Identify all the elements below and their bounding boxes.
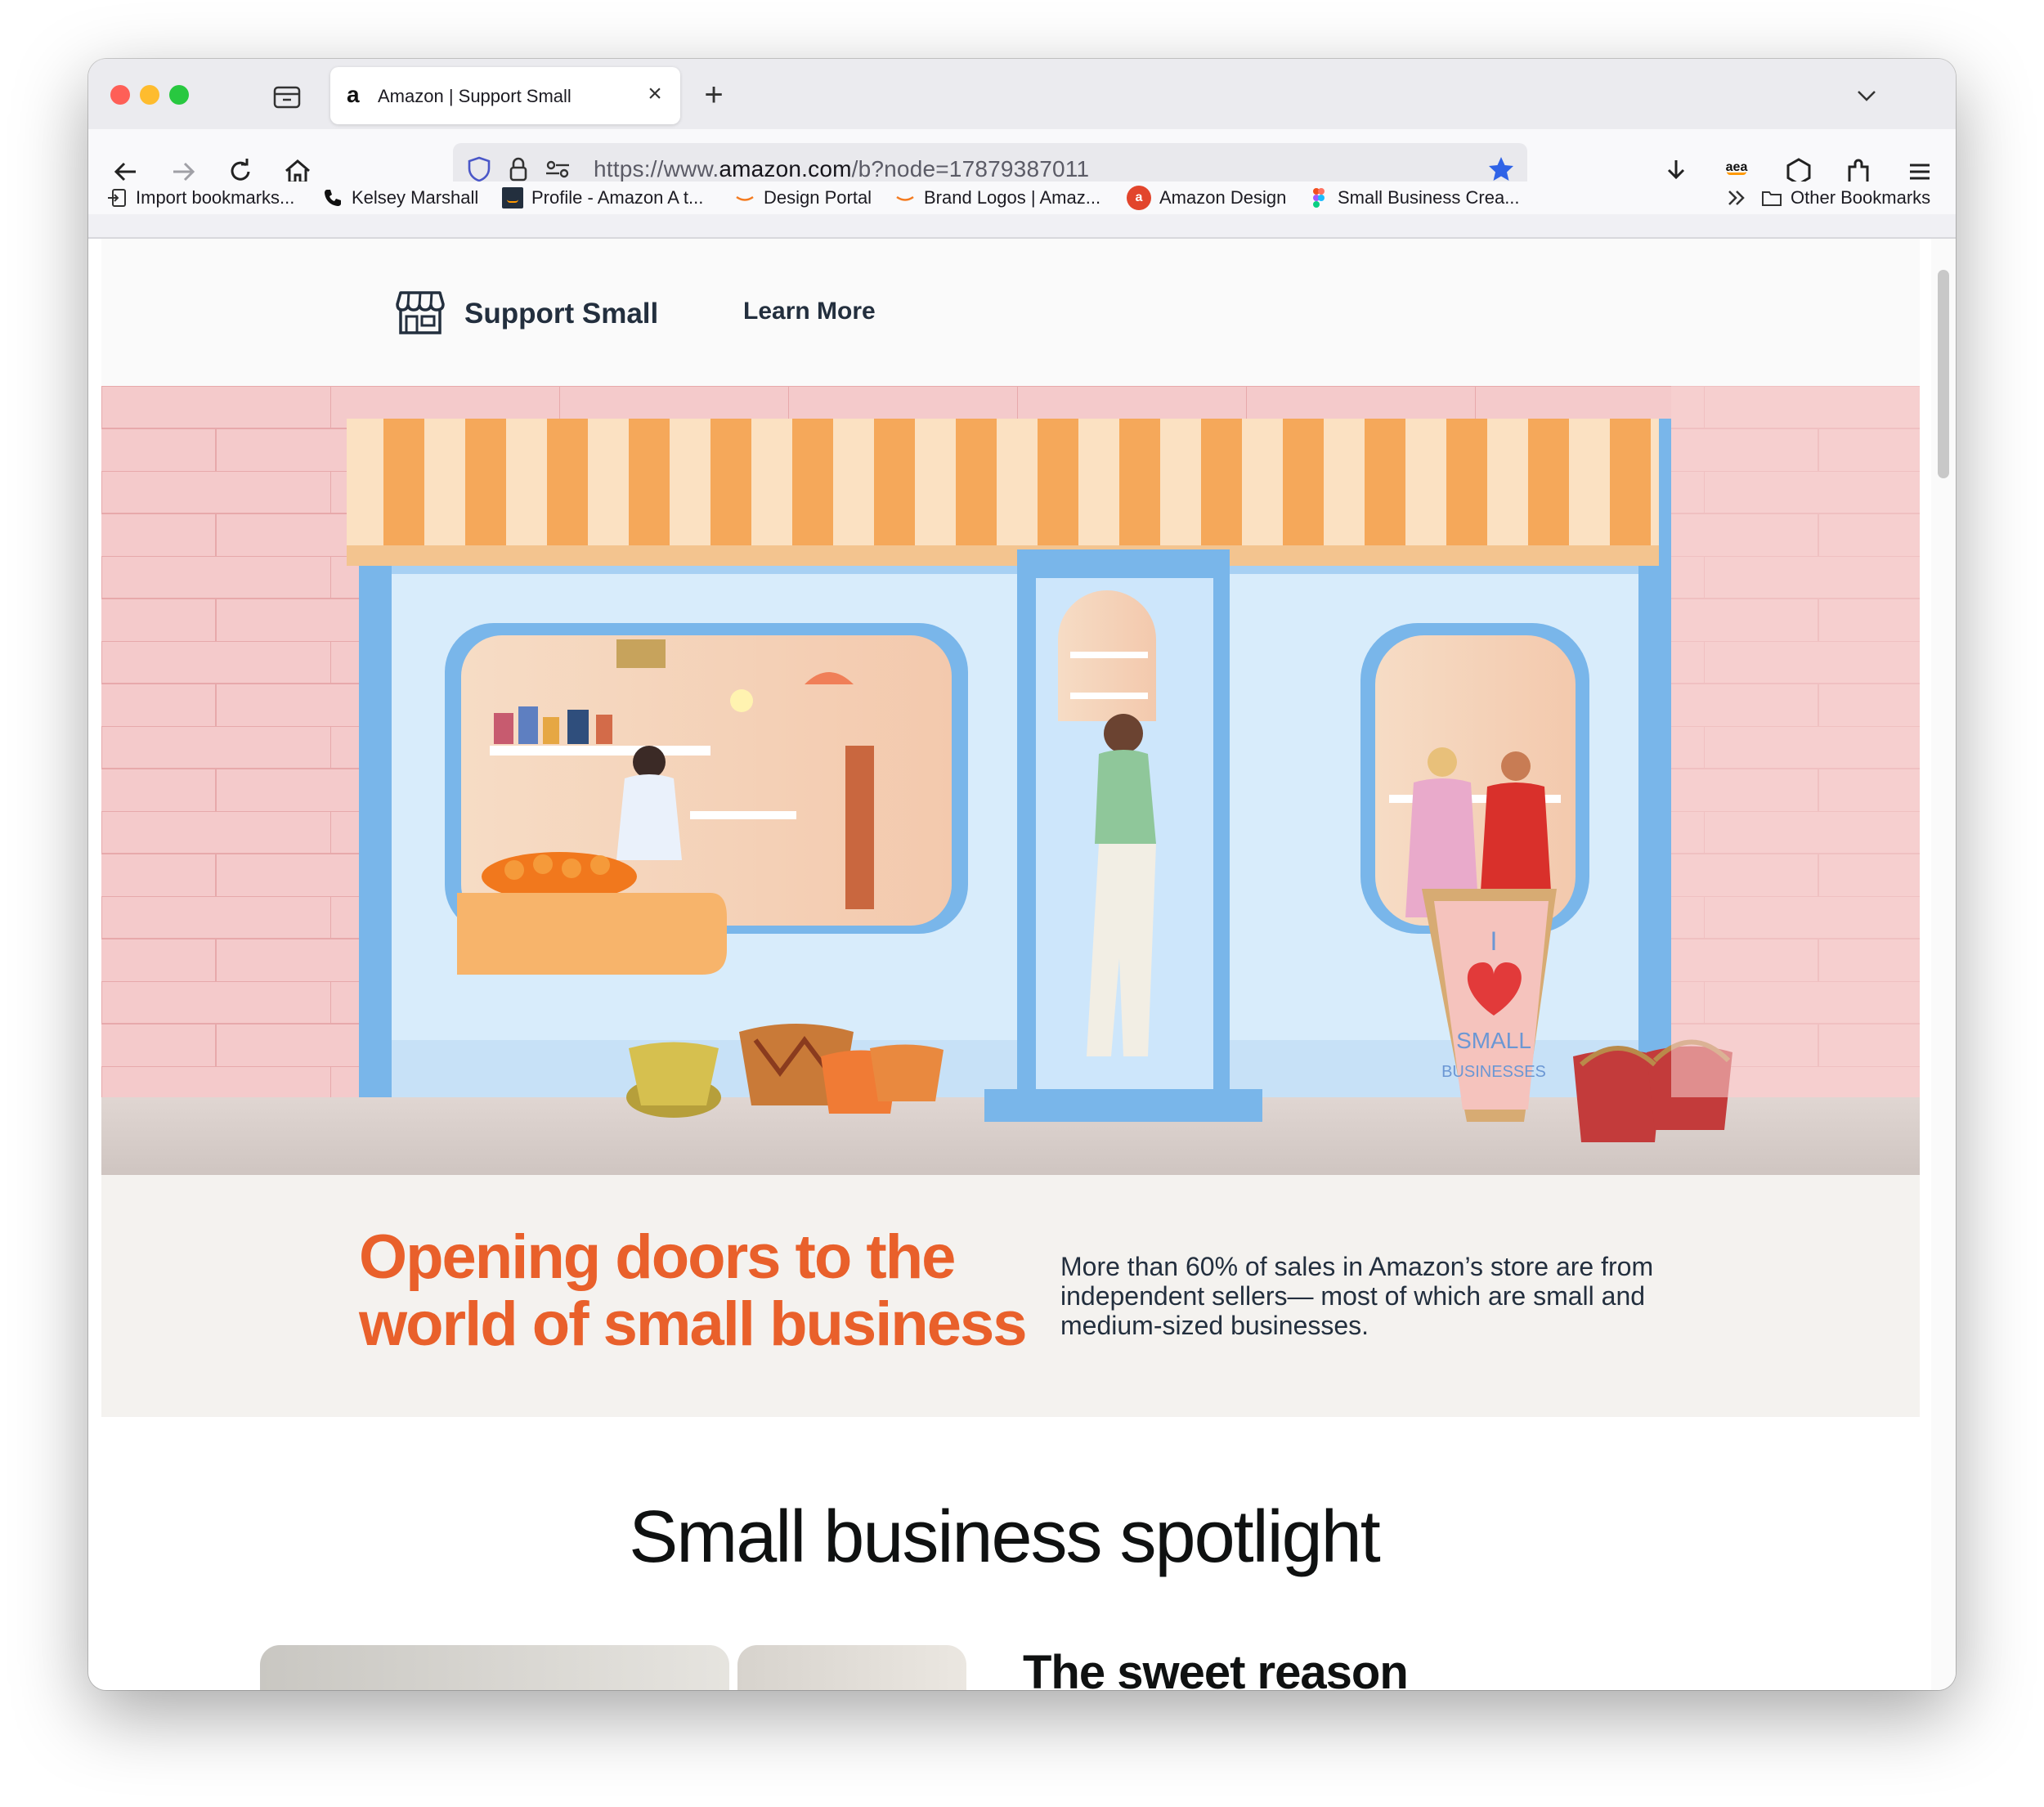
hero-banner: I SMALL BUSINESSES <box>101 386 1920 1175</box>
tab-bar: a Amazon | Support Small × + <box>88 59 1956 129</box>
bookmark-design-portal[interactable]: Design Portal <box>734 185 872 211</box>
tab-active[interactable]: a Amazon | Support Small × <box>330 67 680 124</box>
storefront-icon <box>396 291 445 334</box>
awning <box>347 419 1659 566</box>
bookmark-small-business[interactable]: Small Business Crea... <box>1308 185 1520 211</box>
bookmark-label: Kelsey Marshall <box>352 187 479 208</box>
scrollbar-thumb[interactable] <box>1938 270 1949 478</box>
zoom-window-button[interactable] <box>169 85 189 105</box>
page-content: Support Small Learn More I SMALL BUSINES… <box>88 239 1956 1690</box>
intro-section: Opening doors to the world of small busi… <box>101 1175 1920 1417</box>
storefront-illustration: I SMALL BUSINESSES <box>101 386 1920 1175</box>
scrollbar-track[interactable] <box>1931 239 1956 1690</box>
learn-more-link[interactable]: Learn More <box>743 298 876 325</box>
permissions-icon[interactable] <box>543 155 572 184</box>
bookmark-label: Amazon Design <box>1159 187 1287 208</box>
tab-title: Amazon | Support Small <box>378 86 572 106</box>
phone-icon <box>325 190 341 206</box>
bookmark-import[interactable]: Import bookmarks... <box>106 185 294 211</box>
import-icon <box>108 189 126 207</box>
bookmark-label: Brand Logos | Amaz... <box>924 187 1101 208</box>
sign-text-1: I <box>1490 926 1498 956</box>
amazon-smile-icon <box>736 195 754 201</box>
chevron-down-icon[interactable] <box>1853 82 1880 110</box>
extension-label: aea <box>1725 160 1748 174</box>
bookmarks-bar: Import bookmarks... Kelsey Marshall Prof… <box>88 182 1956 214</box>
url-text[interactable]: https://www.amazon.com/b?node=1787938701… <box>594 156 1089 182</box>
figma-icon <box>1313 188 1325 208</box>
bookmark-label: Design Portal <box>764 187 872 208</box>
folder-icon <box>1762 191 1782 206</box>
spotlight-image-2[interactable] <box>737 1645 966 1690</box>
bookmark-amazon-design[interactable]: a Amazon Design <box>1127 185 1286 211</box>
sign-text-2: SMALL <box>1456 1028 1531 1053</box>
bookmark-label: Profile - Amazon A t... <box>531 187 704 208</box>
url-prefix: https://www. <box>594 156 719 182</box>
amazon-favicon-icon: a <box>347 82 360 107</box>
tab-overview-icon[interactable] <box>272 83 302 110</box>
other-bookmarks-label: Other Bookmarks <box>1791 187 1931 208</box>
minimize-window-button[interactable] <box>140 85 159 105</box>
close-tab-icon[interactable]: × <box>643 82 667 106</box>
sign-text-3: BUSINESSES <box>1441 1063 1546 1081</box>
bookmark-label: Import bookmarks... <box>136 187 295 208</box>
close-window-button[interactable] <box>110 85 130 105</box>
chevron-double-right-icon[interactable] <box>1724 185 1750 211</box>
other-bookmarks[interactable]: Other Bookmarks <box>1761 185 1930 211</box>
browser-window: a Amazon | Support Small × + https://www… <box>88 59 1956 1690</box>
amazon-dark-icon <box>502 187 523 208</box>
shield-icon[interactable] <box>464 155 494 184</box>
lock-icon[interactable] <box>504 155 533 184</box>
url-domain: amazon.com <box>719 156 852 182</box>
bookmark-label: Small Business Crea... <box>1338 187 1520 208</box>
bookmark-brand-logos[interactable]: Brand Logos | Amaz... <box>894 185 1100 211</box>
spotlight-card-heading[interactable]: The sweet reason <box>1023 1645 1409 1690</box>
amazon-smile-icon <box>896 195 914 201</box>
spotlight-image-1[interactable] <box>260 1645 729 1690</box>
brand-name[interactable]: Support Small <box>464 298 658 330</box>
bookmark-kelsey-marshall[interactable]: Kelsey Marshall <box>322 185 478 211</box>
intro-body: More than 60% of sales in Amazon’s store… <box>1060 1252 1654 1340</box>
spotlight-title: Small business spotlight <box>629 1496 1380 1578</box>
url-path: /b?node=17879387011 <box>851 156 1090 182</box>
site-header: Support Small Learn More <box>101 239 1920 386</box>
new-tab-button[interactable]: + <box>700 78 728 111</box>
amazon-design-icon: a <box>1127 186 1151 210</box>
bookmark-profile-amazon[interactable]: Profile - Amazon A t... <box>502 185 703 211</box>
intro-headline: Opening doors to the world of small busi… <box>359 1222 1028 1360</box>
bookmark-star-icon[interactable] <box>1486 155 1516 184</box>
